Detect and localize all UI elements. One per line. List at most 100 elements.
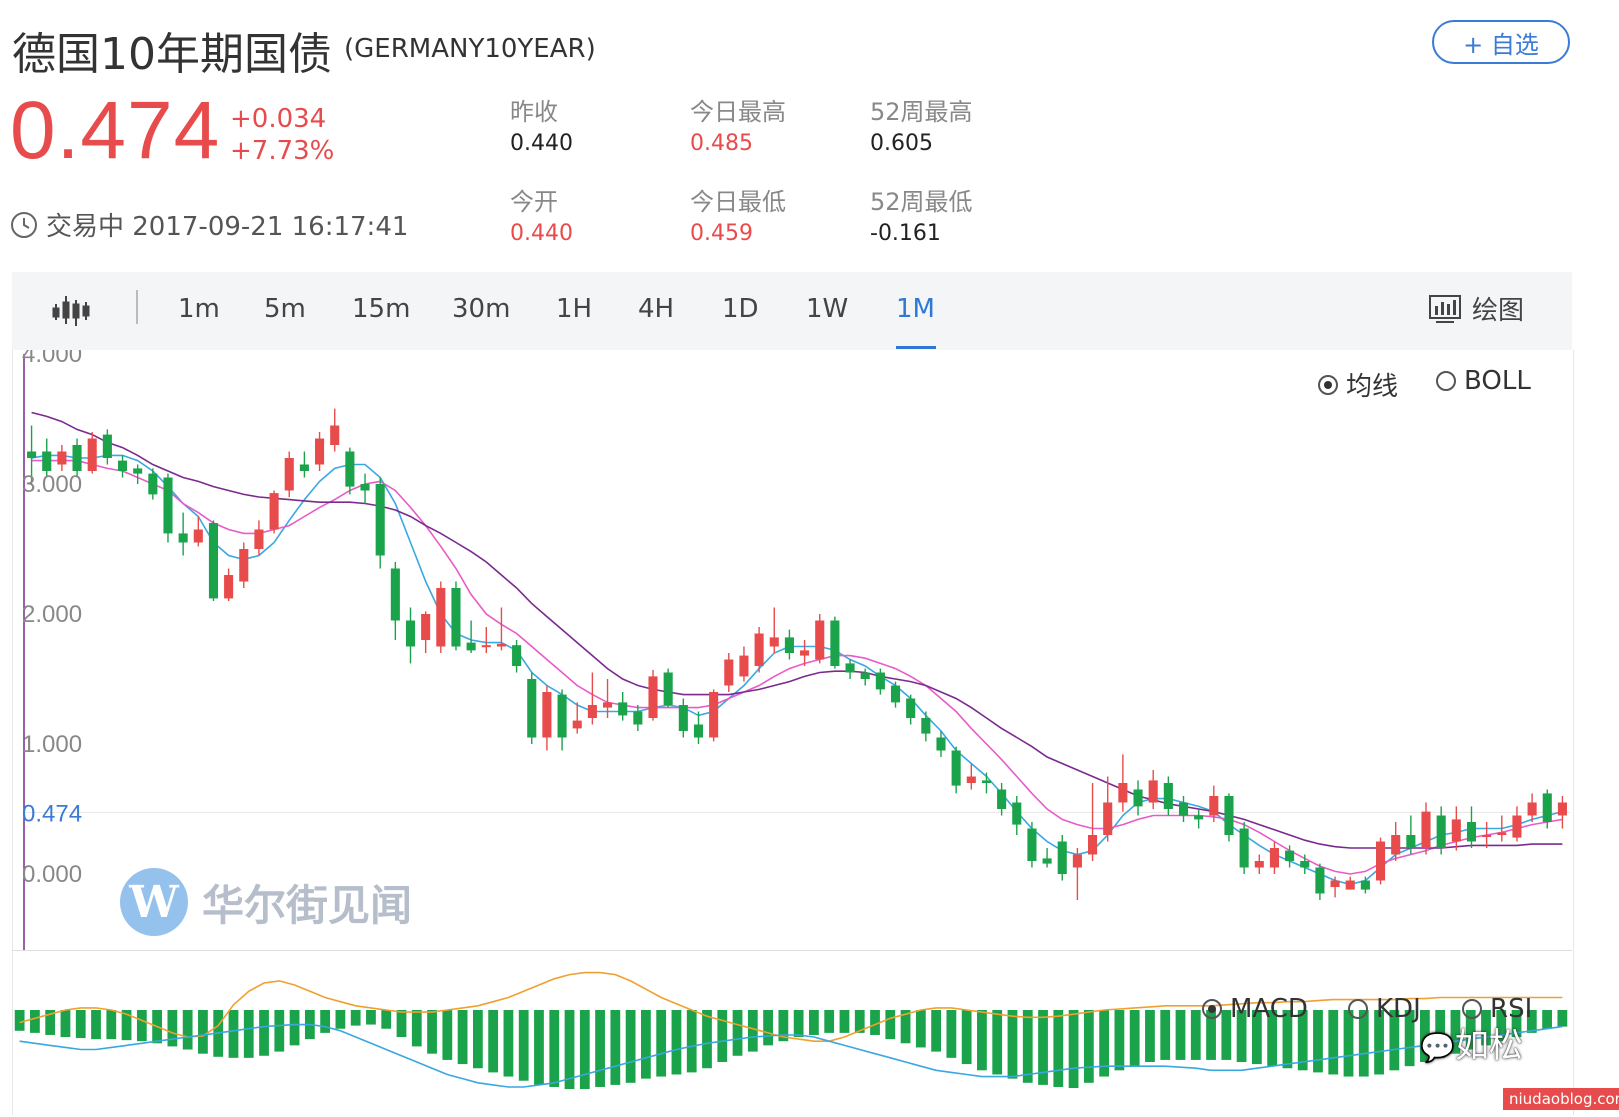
candle[interactable] bbox=[906, 694, 916, 725]
candle[interactable] bbox=[1239, 822, 1249, 874]
candle[interactable] bbox=[1088, 783, 1098, 861]
candle[interactable] bbox=[845, 659, 855, 680]
ma-toggle[interactable]: 均线 bbox=[1318, 366, 1398, 403]
candle[interactable] bbox=[693, 711, 704, 745]
candle[interactable] bbox=[830, 616, 840, 669]
candle[interactable] bbox=[451, 581, 461, 651]
candle[interactable] bbox=[1269, 841, 1279, 875]
tab-5m[interactable]: 5m bbox=[264, 294, 306, 324]
candle[interactable] bbox=[769, 607, 779, 654]
candle[interactable] bbox=[860, 668, 870, 686]
candle[interactable] bbox=[1133, 780, 1143, 816]
candle[interactable] bbox=[1512, 806, 1522, 842]
candle[interactable] bbox=[1072, 848, 1082, 900]
candlestick-icon[interactable] bbox=[52, 290, 90, 330]
candle[interactable] bbox=[739, 646, 749, 682]
candle[interactable] bbox=[269, 490, 279, 534]
candle[interactable] bbox=[890, 681, 901, 708]
candle[interactable] bbox=[330, 408, 340, 452]
candle[interactable] bbox=[1315, 863, 1325, 900]
candle[interactable] bbox=[1027, 822, 1037, 868]
candle[interactable] bbox=[1557, 796, 1567, 829]
candle[interactable] bbox=[1345, 876, 1355, 890]
tab-1m[interactable]: 1m bbox=[178, 294, 220, 324]
candlestick-chart[interactable]: 4.000 3.000 2.000 1.000 0.000 0.474 bbox=[0, 350, 1619, 950]
candle[interactable] bbox=[587, 672, 597, 725]
tab-1w[interactable]: 1W bbox=[806, 294, 848, 324]
add-watchlist-button[interactable]: + 自选 bbox=[1432, 20, 1570, 64]
candle[interactable] bbox=[133, 464, 143, 485]
candle[interactable] bbox=[875, 668, 885, 695]
candle[interactable] bbox=[966, 763, 976, 790]
candle[interactable] bbox=[390, 562, 400, 640]
boll-toggle[interactable]: BOLL bbox=[1436, 366, 1531, 396]
candle[interactable] bbox=[421, 611, 431, 653]
candle[interactable] bbox=[724, 653, 734, 692]
candle[interactable] bbox=[512, 640, 522, 673]
candle[interactable] bbox=[254, 520, 264, 556]
macd-chart[interactable] bbox=[0, 952, 1619, 1117]
candle[interactable] bbox=[1436, 806, 1446, 855]
candle[interactable] bbox=[299, 451, 309, 478]
candle[interactable] bbox=[1482, 822, 1492, 848]
candle[interactable] bbox=[1254, 854, 1264, 875]
candle[interactable] bbox=[102, 429, 112, 465]
candle[interactable] bbox=[663, 668, 673, 708]
candle[interactable] bbox=[1118, 754, 1128, 812]
tab-1h[interactable]: 1H bbox=[556, 294, 592, 324]
candle[interactable] bbox=[375, 477, 385, 569]
candle[interactable] bbox=[709, 689, 719, 742]
candle[interactable] bbox=[345, 447, 355, 495]
tab-1mo[interactable]: 1M bbox=[896, 294, 935, 324]
candle[interactable] bbox=[557, 689, 567, 751]
macd-toggle[interactable]: MACD bbox=[1202, 994, 1308, 1024]
candle[interactable] bbox=[678, 698, 688, 738]
candle[interactable] bbox=[527, 672, 537, 745]
candle[interactable] bbox=[981, 772, 992, 794]
tab-4h[interactable]: 4H bbox=[638, 294, 674, 324]
candle[interactable] bbox=[284, 451, 294, 498]
candle[interactable] bbox=[633, 705, 643, 731]
candle[interactable] bbox=[1163, 776, 1173, 816]
candle[interactable] bbox=[208, 520, 219, 601]
candle[interactable] bbox=[1375, 837, 1386, 885]
candle[interactable] bbox=[57, 445, 67, 471]
candle[interactable] bbox=[117, 455, 128, 478]
candle[interactable] bbox=[618, 692, 628, 721]
candle[interactable] bbox=[239, 542, 249, 589]
candle[interactable] bbox=[1178, 796, 1189, 822]
candle[interactable] bbox=[784, 629, 794, 660]
candle[interactable] bbox=[1224, 793, 1234, 842]
candle[interactable] bbox=[224, 568, 234, 602]
candle[interactable] bbox=[1360, 876, 1370, 894]
tab-30m[interactable]: 30m bbox=[452, 294, 510, 324]
candle[interactable] bbox=[951, 746, 961, 794]
tab-1d[interactable]: 1D bbox=[722, 294, 759, 324]
candle[interactable] bbox=[360, 473, 370, 504]
candle[interactable] bbox=[87, 432, 97, 474]
candle[interactable] bbox=[997, 783, 1007, 816]
candle[interactable] bbox=[315, 432, 325, 471]
candle[interactable] bbox=[1057, 835, 1067, 881]
candle[interactable] bbox=[436, 581, 446, 654]
tab-15m[interactable]: 15m bbox=[352, 294, 410, 324]
candle[interactable] bbox=[1103, 776, 1113, 842]
candle[interactable] bbox=[466, 620, 476, 654]
candle[interactable] bbox=[1421, 802, 1431, 855]
candle[interactable] bbox=[1148, 770, 1158, 809]
candle[interactable] bbox=[405, 607, 416, 664]
candle[interactable] bbox=[754, 627, 764, 673]
candle[interactable] bbox=[1391, 822, 1401, 861]
candle[interactable] bbox=[1012, 796, 1022, 835]
kdj-toggle[interactable]: KDJ bbox=[1348, 994, 1421, 1024]
candle[interactable] bbox=[1042, 848, 1052, 868]
candle[interactable] bbox=[163, 473, 173, 543]
candle[interactable] bbox=[648, 669, 658, 721]
candle[interactable] bbox=[178, 512, 188, 556]
candle[interactable] bbox=[542, 685, 552, 751]
draw-button[interactable]: 绘图 bbox=[1428, 290, 1524, 327]
candle[interactable] bbox=[815, 614, 825, 664]
candle[interactable] bbox=[1527, 793, 1537, 822]
candle[interactable] bbox=[481, 627, 491, 653]
candle[interactable] bbox=[921, 711, 931, 742]
